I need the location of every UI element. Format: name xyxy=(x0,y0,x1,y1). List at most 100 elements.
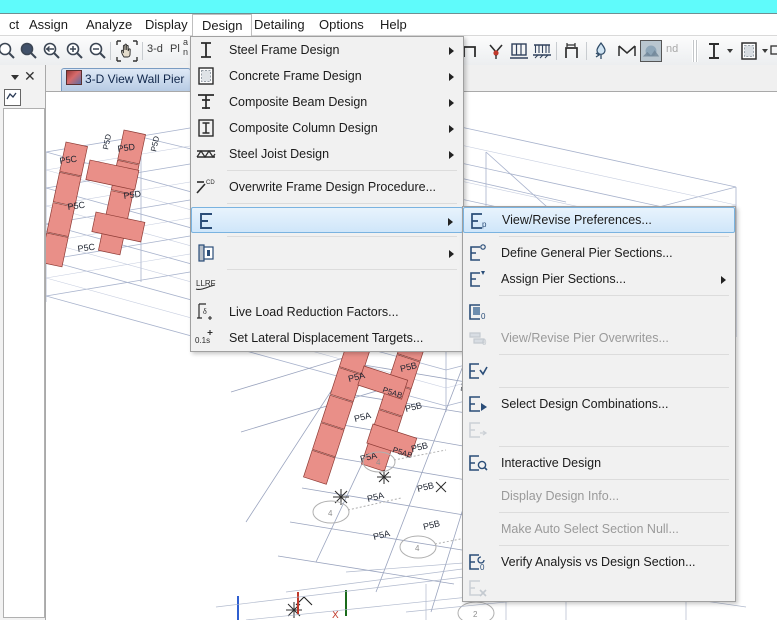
overflow-icon[interactable] xyxy=(770,40,777,62)
menu-item-detailing[interactable]: Detailing xyxy=(245,14,314,36)
toolbar-grip[interactable] xyxy=(692,40,698,62)
svg-text:P5A: P5A xyxy=(366,490,385,504)
menu-label: Assign Pier Sections... xyxy=(501,272,627,286)
section-property-icon[interactable] xyxy=(738,40,760,62)
menu-live-load-reduction-factors[interactable]: LLRF xyxy=(191,273,463,299)
menu-set-lateral-displacement-targets[interactable]: δ Live Load Reduction Factors... xyxy=(191,299,463,325)
toolbar-separator-4 xyxy=(586,42,587,60)
menu-shear-wall-design[interactable] xyxy=(191,207,463,233)
menu-steel-frame-design[interactable]: Steel Frame Design xyxy=(191,37,463,63)
toolbar-separator-1 xyxy=(110,42,111,60)
design-menu[interactable]: Steel Frame Design Concrete Frame Design… xyxy=(190,36,464,352)
submenu-separator-2 xyxy=(499,295,729,296)
submenu-arrow-icon xyxy=(449,47,454,55)
svg-text:4: 4 xyxy=(328,509,333,518)
draw-point-icon[interactable] xyxy=(485,40,507,62)
delete-results-icon xyxy=(467,578,489,598)
assign-restraint-icon[interactable] xyxy=(592,40,614,62)
menu-composite-beam-design[interactable]: Composite Beam Design xyxy=(191,89,463,115)
menu-label: Set Lateral Displacement Targets... xyxy=(229,331,424,345)
menu-overwrite-frame-design-procedure[interactable]: CD Overwrite Frame Design Procedure... xyxy=(191,174,463,200)
etabs-main-window: ct Assign Analyze Display Design Detaili… xyxy=(0,0,777,620)
svg-text:CD: CD xyxy=(206,180,215,186)
zoom-out-icon[interactable] xyxy=(87,40,109,62)
menu-item-analyze[interactable]: Analyze xyxy=(77,14,141,36)
svg-text:P5B: P5B xyxy=(422,518,441,532)
menu-view-revise-spandrel-overwrites: 0 View/Revise Pier Overwrites... xyxy=(463,325,735,351)
svg-text:0.1s: 0.1s xyxy=(195,336,210,345)
lateral-displacement-icon: δ xyxy=(195,302,217,322)
submenu-arrow-icon xyxy=(721,276,726,284)
model-explorer-header: ✕ xyxy=(0,65,45,87)
time-period-icon: 0.1s xyxy=(195,328,217,348)
toolbar-elev-label[interactable]: an xyxy=(183,37,188,57)
section-dropdown-caret[interactable] xyxy=(762,49,768,53)
pier-overwrites-icon: 0 xyxy=(467,302,489,322)
design-menu-separator-4 xyxy=(227,269,457,270)
submenu-arrow-icon xyxy=(449,73,454,81)
menu-reset-all-overwrites[interactable]: 0 Verify Analysis vs Design Section... xyxy=(463,549,735,575)
menu-composite-column-design[interactable]: Composite Column Design xyxy=(191,115,463,141)
submenu-separator-5 xyxy=(499,446,729,447)
menu-set-time-period-targets[interactable]: 0.1s Set Lateral Displacement Targets... xyxy=(191,325,463,351)
menu-view-revise-pier-overwrites[interactable]: 0 xyxy=(463,299,735,325)
model-explorer-icon[interactable] xyxy=(4,89,21,106)
spandrel-overwrites-icon: 0 xyxy=(467,328,489,348)
menu-item-help[interactable]: Help xyxy=(371,14,416,36)
submenu-separator-1 xyxy=(499,236,729,237)
menu-label: Select Design Combinations... xyxy=(501,397,669,411)
zoom-out-rubber-icon[interactable] xyxy=(41,40,63,62)
submenu-arrow-icon xyxy=(449,125,454,133)
submenu-separator-7 xyxy=(499,512,729,513)
menu-display-design-info[interactable]: Interactive Design xyxy=(463,450,735,476)
toolbar-plan-label[interactable]: Pl xyxy=(170,43,180,55)
menu-steel-connection-design[interactable] xyxy=(191,240,463,266)
submenu-arrow-icon xyxy=(449,151,454,159)
draw-wall-icon[interactable] xyxy=(508,40,530,62)
menu-start-design-check[interactable]: Select Design Combinations... xyxy=(463,391,735,417)
svg-text:P5A: P5A xyxy=(372,528,391,542)
display-design-info-icon xyxy=(467,453,489,473)
shear-wall-design-submenu[interactable]: p View/Revise Preferences... Define Gene… xyxy=(462,206,736,602)
draw-floor-icon[interactable] xyxy=(531,40,553,62)
zoom-full-icon[interactable] xyxy=(18,40,40,62)
document-tab-3d-view[interactable]: 3-D View Wall Pier xyxy=(61,68,192,91)
menu-item-design[interactable]: Design xyxy=(192,14,253,37)
menu-assign-pier-sections[interactable]: Assign Pier Sections... xyxy=(463,266,735,292)
render-view-icon[interactable] xyxy=(640,40,662,62)
zoom-previous-icon[interactable] xyxy=(0,40,18,62)
3d-view-icon xyxy=(66,70,82,85)
document-tab-label: 3-D View Wall Pier xyxy=(85,72,185,86)
menu-label: Interactive Design xyxy=(501,456,602,470)
concrete-column-icon xyxy=(195,66,217,86)
menu-item-assign[interactable]: Assign xyxy=(20,14,77,36)
menu-label: View/Revise Pier Overwrites... xyxy=(501,331,669,345)
submenu-sheet: p View/Revise Preferences... Define Gene… xyxy=(463,207,735,601)
text-cursor-dropdown-caret[interactable] xyxy=(727,49,733,53)
close-icon[interactable]: ✕ xyxy=(24,67,36,85)
steel-joist-icon xyxy=(195,144,217,164)
toolbar-3d-label[interactable]: 3-d xyxy=(147,43,163,55)
menu-item-display[interactable]: Display xyxy=(136,14,197,36)
svg-text:P5B: P5B xyxy=(416,480,435,494)
dimension-icon[interactable] xyxy=(562,40,584,62)
submenu-separator-8 xyxy=(499,545,729,546)
menu-item-options[interactable]: Options xyxy=(310,14,373,36)
text-cursor-icon[interactable] xyxy=(703,40,725,62)
menu-concrete-frame-design[interactable]: Concrete Frame Design xyxy=(191,63,463,89)
overwrite-procedure-icon: CD xyxy=(195,177,217,197)
menu-define-general-pier-sections[interactable]: Define General Pier Sections... xyxy=(463,240,735,266)
assign-spring-icon[interactable] xyxy=(616,40,638,62)
menu-steel-joist-design[interactable]: Steel Joist Design xyxy=(191,141,463,167)
zoom-in-icon[interactable] xyxy=(64,40,86,62)
chevron-down-icon[interactable] xyxy=(11,75,19,80)
model-explorer-body[interactable] xyxy=(3,108,45,618)
design-menu-separator-2 xyxy=(227,203,457,204)
menu-label: Make Auto Select Section Null... xyxy=(501,522,679,536)
pan-icon[interactable] xyxy=(116,40,138,62)
menu-view-revise-preferences[interactable]: p View/Revise Preferences... xyxy=(463,207,735,233)
menu-select-design-combinations[interactable] xyxy=(463,358,735,384)
steel-i-beam-icon xyxy=(195,40,217,60)
submenu-separator-4 xyxy=(499,387,729,388)
submenu-arrow-icon xyxy=(449,250,454,258)
